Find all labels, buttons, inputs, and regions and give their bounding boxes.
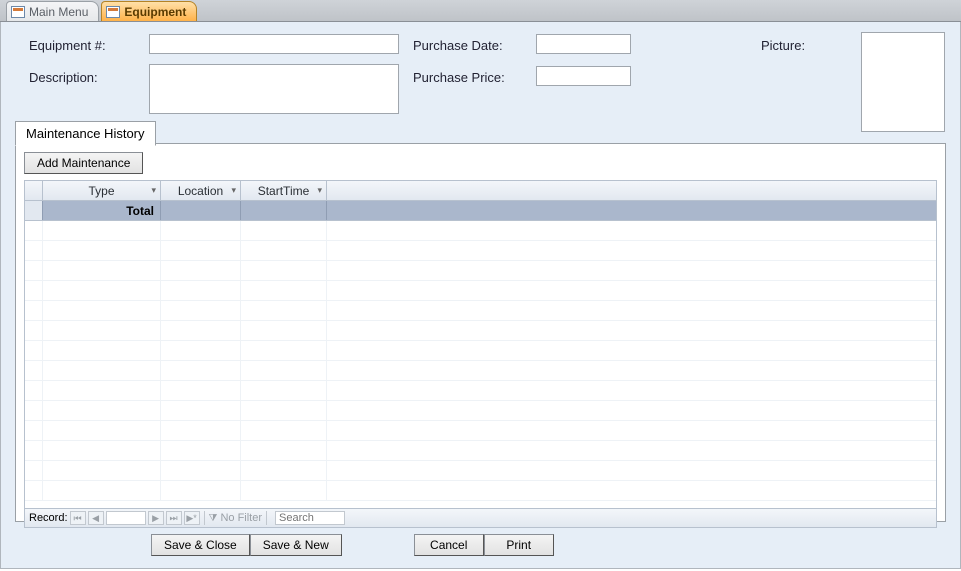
- form-icon: [11, 6, 25, 18]
- form-icon: [106, 6, 120, 18]
- grid-selector-header[interactable]: [25, 181, 43, 200]
- col-start-time[interactable]: StartTime ▾: [241, 181, 327, 200]
- tab-equipment[interactable]: Equipment: [101, 1, 197, 21]
- nav-last-button[interactable]: ⏭: [166, 511, 182, 525]
- equipment-form: Equipment #: Description: Purchase Date:…: [0, 22, 961, 569]
- print-button[interactable]: Print: [484, 534, 554, 556]
- nav-record-box[interactable]: [106, 511, 146, 525]
- col-location[interactable]: Location ▾: [161, 181, 241, 200]
- equipment-num-input[interactable]: [149, 34, 399, 54]
- col-type[interactable]: Type ▾: [43, 181, 161, 200]
- record-search-input[interactable]: [275, 511, 345, 525]
- col-blank: [327, 181, 936, 200]
- grid-header: Type ▾ Location ▾ StartTime ▾: [25, 181, 936, 201]
- header-fields: Equipment #: Description: Purchase Date:…: [15, 32, 946, 122]
- add-maintenance-button[interactable]: Add Maintenance: [24, 152, 143, 174]
- tab-maintenance-history-label: Maintenance History: [26, 126, 145, 141]
- record-navigator: Record: ⏮ ◀ ▶ ⏭ ▶* ⧩ No Filter: [24, 508, 937, 528]
- grid-body[interactable]: [25, 221, 936, 507]
- subform-tab-strip: Maintenance History: [15, 120, 946, 145]
- purchase-date-label: Purchase Date:: [413, 38, 503, 53]
- no-filter-indicator[interactable]: ⧩ No Filter: [209, 512, 262, 524]
- chevron-down-icon[interactable]: ▾: [231, 185, 236, 196]
- grid-row-selector[interactable]: [25, 201, 43, 220]
- record-label: Record:: [29, 512, 68, 524]
- nav-next-button[interactable]: ▶: [148, 511, 164, 525]
- nav-first-button[interactable]: ⏮: [70, 511, 86, 525]
- maintenance-subform: Add Maintenance Type ▾ Location ▾ StartT…: [15, 143, 946, 522]
- tab-main-menu-label: Main Menu: [29, 5, 88, 19]
- purchase-price-label: Purchase Price:: [413, 70, 505, 85]
- chevron-down-icon[interactable]: ▾: [151, 185, 156, 196]
- purchase-price-input[interactable]: [536, 66, 631, 86]
- tab-main-menu[interactable]: Main Menu: [6, 1, 99, 21]
- total-location-cell: [161, 201, 241, 220]
- tab-maintenance-history[interactable]: Maintenance History: [15, 121, 156, 146]
- description-label: Description:: [29, 70, 98, 85]
- chevron-down-icon[interactable]: ▾: [317, 185, 322, 196]
- description-input[interactable]: [149, 64, 399, 114]
- total-label-cell: Total: [43, 201, 161, 220]
- tab-equipment-label: Equipment: [124, 5, 186, 19]
- grid-total-row: Total: [25, 201, 936, 221]
- nav-prev-button[interactable]: ◀: [88, 511, 104, 525]
- maintenance-grid: Type ▾ Location ▾ StartTime ▾ Total: [24, 180, 937, 508]
- purchase-date-input[interactable]: [536, 34, 631, 54]
- cancel-button[interactable]: Cancel: [414, 534, 484, 556]
- nav-new-button[interactable]: ▶*: [184, 511, 200, 525]
- filter-icon: ⧩: [209, 513, 218, 524]
- equipment-num-label: Equipment #:: [29, 38, 106, 53]
- window-tab-strip: Main Menu Equipment: [0, 0, 961, 22]
- total-starttime-cell: [241, 201, 327, 220]
- form-buttons: Save & Close Save & New Cancel Print: [1, 534, 960, 556]
- save-close-button[interactable]: Save & Close: [151, 534, 250, 556]
- picture-label: Picture:: [761, 38, 805, 53]
- picture-box[interactable]: [861, 32, 945, 132]
- save-new-button[interactable]: Save & New: [250, 534, 342, 556]
